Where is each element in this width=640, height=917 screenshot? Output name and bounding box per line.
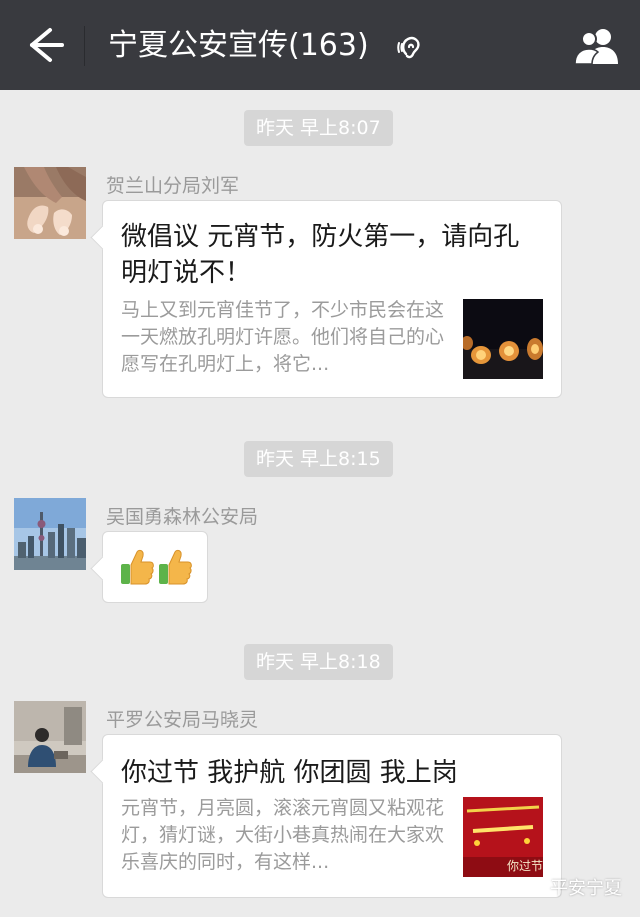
sender-name-2: 吴国勇森林公安局 — [106, 506, 259, 528]
emoji-message-bubble[interactable] — [90, 531, 208, 603]
thumbs-up-emoji-message — [119, 548, 195, 588]
article-title-1: 微倡议 元宵节，防火第一，请向孔明灯说不！ — [121, 222, 520, 288]
avatar-sender-1[interactable] — [14, 167, 86, 239]
back-arrow-icon — [30, 28, 64, 62]
person-avatar-image — [14, 701, 86, 773]
article-summary-2: 元宵节，月亮圆，滚滚元宵圆又粘观花灯，猜灯谜，大街小巷真热闹在大家欢乐喜庆的同时… — [121, 797, 445, 873]
thumbs-up-icon — [159, 549, 192, 585]
article-card-1[interactable]: 微倡议 元宵节，防火第一，请向孔明灯说不！ 马上又到元宵佳节了，不少市民会在这一… — [90, 200, 562, 398]
article-title-2: 你过节 我护航 你团圆 我上岗 — [121, 758, 458, 788]
article-thumbnail-1 — [463, 299, 543, 379]
timestamp-2: 昨天 早上8:15 — [244, 441, 393, 477]
thumbs-up-icon — [121, 549, 154, 585]
earpiece-icon — [397, 36, 420, 59]
earpiece-mode-indicator — [396, 32, 426, 62]
group-members-icon — [574, 29, 618, 65]
watermark: 平安宁夏 — [524, 874, 622, 901]
avatar-sender-2[interactable] — [14, 498, 86, 570]
avatar-sender-3[interactable] — [14, 701, 86, 773]
city-skyline-avatar-image — [14, 498, 86, 570]
article-card-2[interactable]: 你过节 我护航 你团圆 我上岗 元宵节，月亮圆，滚滚元宵圆又粘观花灯，猜灯谜，大… — [90, 734, 562, 898]
sender-name-3: 平罗公安局马晓灵 — [106, 709, 259, 731]
hands-avatar-image — [14, 167, 86, 239]
header-divider — [84, 26, 85, 66]
bubble-tail — [90, 759, 115, 784]
article-summary-1: 马上又到元宵佳节了，不少市民会在这一天燃放孔明灯许愿。他们将自己的心愿写在孔明灯… — [121, 299, 445, 375]
article-thumbnail-2: 你过节 — [463, 797, 543, 877]
sky-lanterns-image — [463, 299, 543, 379]
sender-name-1: 贺兰山分局刘军 — [106, 175, 240, 197]
chat-title: 宁夏公安宣传(163) — [108, 28, 369, 63]
bubble-tail — [90, 556, 115, 581]
group-info-button[interactable] — [572, 26, 622, 66]
bubble-tail — [90, 225, 115, 250]
top-bar: 宁夏公安宣传(163) — [0, 0, 640, 90]
timestamp-1: 昨天 早上8:07 — [244, 110, 393, 146]
timestamp-3: 昨天 早上8:18 — [244, 644, 393, 680]
wechat-logo-icon — [524, 878, 546, 901]
thumbnail-caption: 你过节 — [507, 859, 543, 873]
back-button[interactable] — [18, 22, 68, 68]
watermark-text: 平安宁夏 — [550, 878, 622, 899]
